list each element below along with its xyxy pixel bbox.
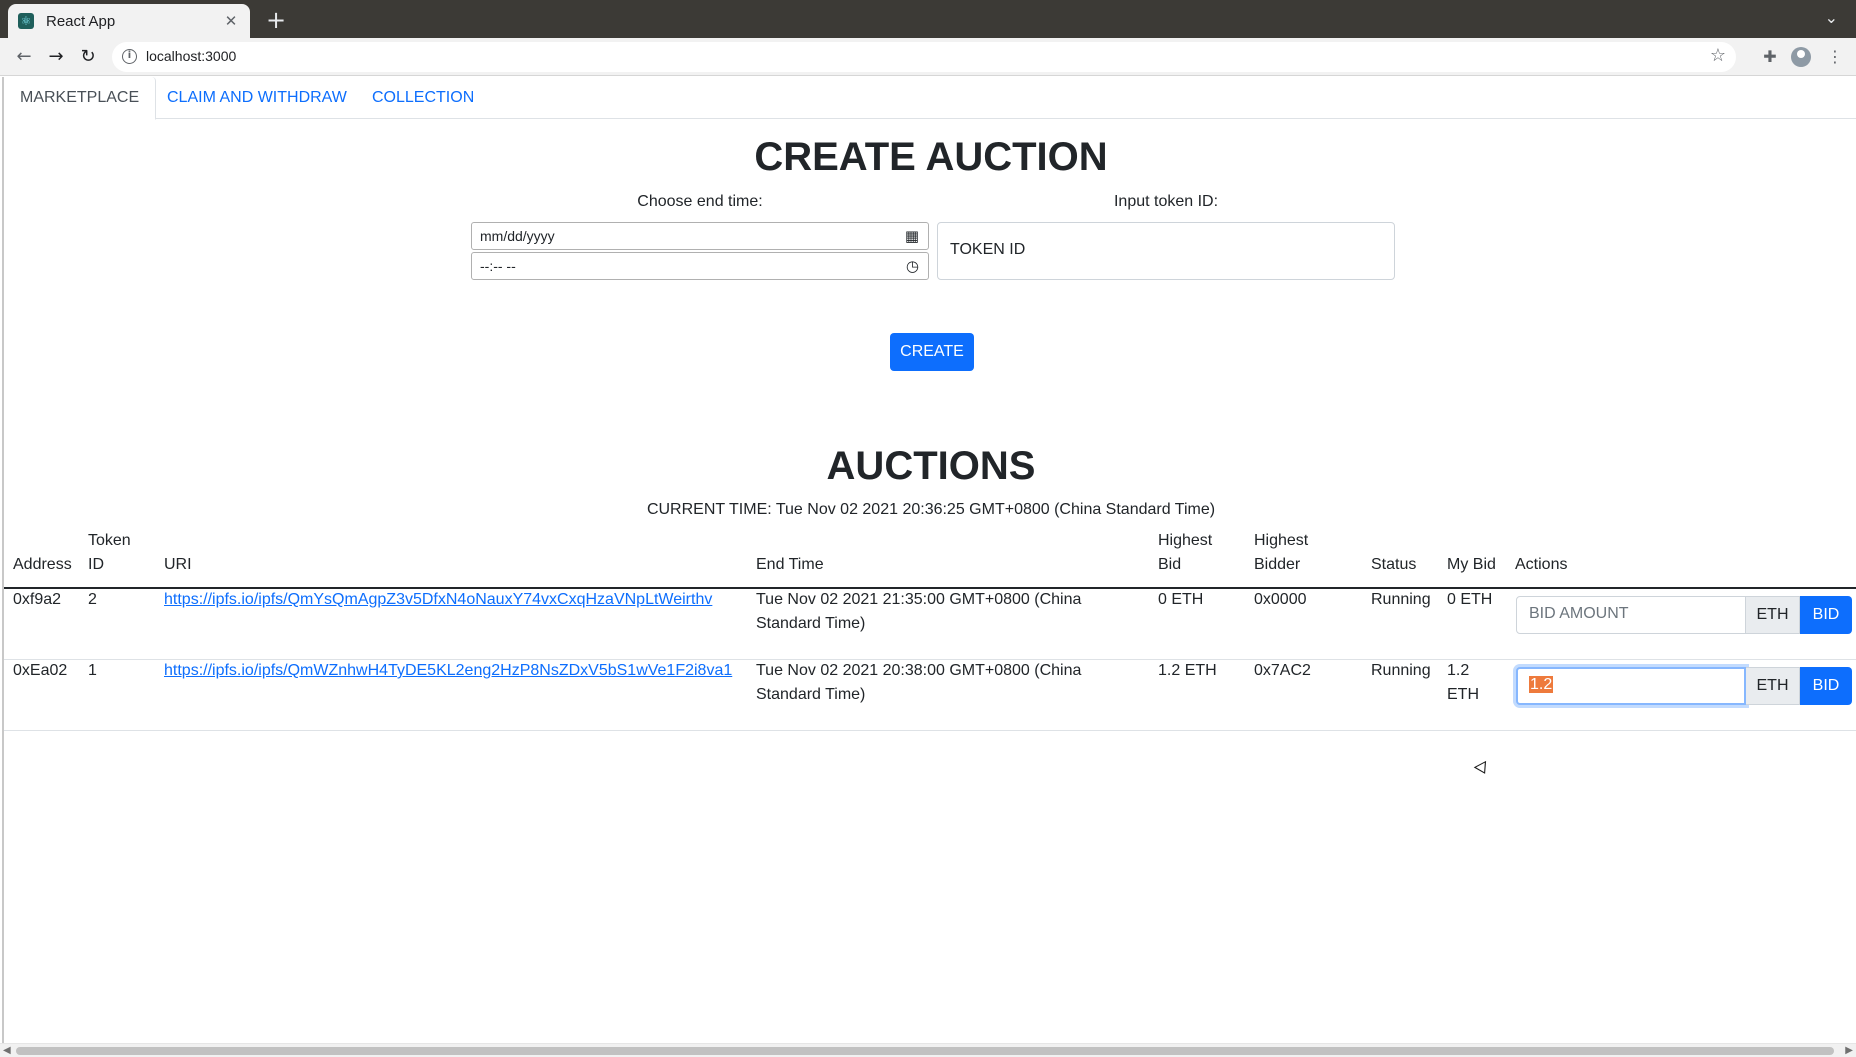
scroll-left-icon[interactable]: ◀ xyxy=(3,1045,11,1056)
col-my-bid: My Bid xyxy=(1447,556,1496,573)
row-uri-link[interactable]: https://ipfs.io/ipfs/QmYsQmAgpZ3v5DfxN4o… xyxy=(164,588,712,612)
selected-bid-value: 1.2 xyxy=(1529,676,1554,693)
row-end-time: Tue Nov 02 2021 20:38:00 GMT+0800 (China… xyxy=(756,662,1082,703)
end-date-input[interactable]: mm/dd/yyyy ▦ xyxy=(471,222,929,250)
current-time: CURRENT TIME: Tue Nov 02 2021 20:36:25 G… xyxy=(646,501,1216,518)
bid-button[interactable]: BID xyxy=(1800,667,1852,705)
row-highest-bidder: 0x7AC2 xyxy=(1254,662,1311,679)
row-address: 0xf9a2 xyxy=(13,591,62,608)
mouse-cursor-icon xyxy=(1473,760,1492,778)
bid-input-group: BID AMOUNT ETH BID xyxy=(1516,596,1852,634)
row-highest-bid: 1.2 ETH xyxy=(1158,662,1217,679)
end-time-input[interactable]: --:-- -- ◷ xyxy=(471,252,929,280)
create-button[interactable]: CREATE xyxy=(890,333,974,371)
info-icon[interactable]: i xyxy=(122,49,137,64)
address-bar[interactable]: i localhost:3000 ☆ xyxy=(112,42,1736,72)
col-token-id: Token ID xyxy=(88,532,131,573)
row-end-time: Tue Nov 02 2021 21:35:00 GMT+0800 (China… xyxy=(756,591,1082,632)
browser-tab[interactable]: ⚛ React App ✕ xyxy=(8,4,250,38)
calendar-icon[interactable]: ▦ xyxy=(905,227,919,245)
row-uri-link[interactable]: https://ipfs.io/ipfs/QmWZnhwH4TyDE5KL2en… xyxy=(164,659,732,683)
react-favicon-icon: ⚛ xyxy=(18,13,34,29)
date-placeholder: mm/dd/yyyy xyxy=(480,228,555,244)
row-my-bid: 0 ETH xyxy=(1447,591,1493,608)
end-time-label: Choose end time: xyxy=(637,193,763,210)
col-address: Address xyxy=(13,556,72,573)
scrollbar-thumb[interactable] xyxy=(16,1047,1834,1055)
bid-amount-input[interactable]: 1.2 xyxy=(1516,667,1746,705)
clock-icon[interactable]: ◷ xyxy=(906,257,919,275)
forward-arrow-icon[interactable]: → xyxy=(44,45,68,69)
bid-amount-input[interactable]: BID AMOUNT xyxy=(1516,596,1746,634)
tab-claim-and-withdraw[interactable]: CLAIM AND WITHDRAW xyxy=(151,77,363,119)
row-address: 0xEa02 xyxy=(13,662,68,679)
row-divider xyxy=(4,730,1856,731)
tab-search-icon[interactable]: ⌄ xyxy=(1825,8,1838,27)
profile-icon[interactable] xyxy=(1791,47,1811,67)
row-token-id: 2 xyxy=(88,591,97,608)
close-tab-icon[interactable]: ✕ xyxy=(222,12,240,30)
token-id-input[interactable]: TOKEN ID xyxy=(937,222,1395,280)
col-uri: URI xyxy=(164,556,192,573)
tab-title: React App xyxy=(46,12,116,30)
time-placeholder: --:-- -- xyxy=(480,258,516,274)
row-my-bid: 1.2 ETH xyxy=(1447,662,1479,703)
page-viewport: MARKETPLACE CLAIM AND WITHDRAW COLLECTIO… xyxy=(2,77,1856,1043)
auctions-title: AUCTIONS xyxy=(826,444,1036,488)
col-actions: Actions xyxy=(1515,556,1568,573)
col-status: Status xyxy=(1371,556,1417,573)
main-nav-tabs: MARKETPLACE CLAIM AND WITHDRAW COLLECTIO… xyxy=(4,77,1856,120)
row-status: Running xyxy=(1371,591,1431,608)
back-arrow-icon[interactable]: ← xyxy=(12,45,36,69)
url-text[interactable]: localhost:3000 xyxy=(146,48,236,64)
kebab-menu-icon[interactable]: ⋮ xyxy=(1824,46,1846,68)
eth-unit-label: ETH xyxy=(1746,667,1800,705)
puzzle-icon[interactable]: ✚ xyxy=(1759,46,1781,68)
star-icon[interactable]: ☆ xyxy=(1710,45,1726,66)
create-auction-title: CREATE AUCTION xyxy=(754,135,1108,179)
col-highest-bidder: Highest Bidder xyxy=(1254,532,1309,573)
col-highest-bid: Highest Bid xyxy=(1158,532,1213,573)
row-token-id: 1 xyxy=(88,662,97,679)
new-tab-button[interactable]: + xyxy=(262,6,290,34)
token-id-label: Input token ID: xyxy=(1113,193,1219,210)
browser-toolbar: ← → ↻ i localhost:3000 ☆ ✚ ⋮ xyxy=(0,38,1856,76)
row-highest-bidder: 0x0000 xyxy=(1254,591,1307,608)
row-highest-bid: 0 ETH xyxy=(1158,591,1204,608)
bid-input-group: 1.2 ETH BID xyxy=(1516,667,1852,705)
tab-collection[interactable]: COLLECTION xyxy=(356,77,490,119)
reload-icon[interactable]: ↻ xyxy=(76,45,100,69)
bid-button[interactable]: BID xyxy=(1800,596,1852,634)
col-end-time: End Time xyxy=(756,556,824,573)
horizontal-scrollbar[interactable]: ◀ ▶ xyxy=(0,1043,1856,1057)
tab-marketplace[interactable]: MARKETPLACE xyxy=(4,77,157,120)
browser-tabstrip: ⚛ React App ✕ + ⌄ xyxy=(0,0,1856,38)
eth-unit-label: ETH xyxy=(1746,596,1800,634)
scroll-right-icon[interactable]: ▶ xyxy=(1845,1045,1853,1056)
row-status: Running xyxy=(1371,662,1431,679)
